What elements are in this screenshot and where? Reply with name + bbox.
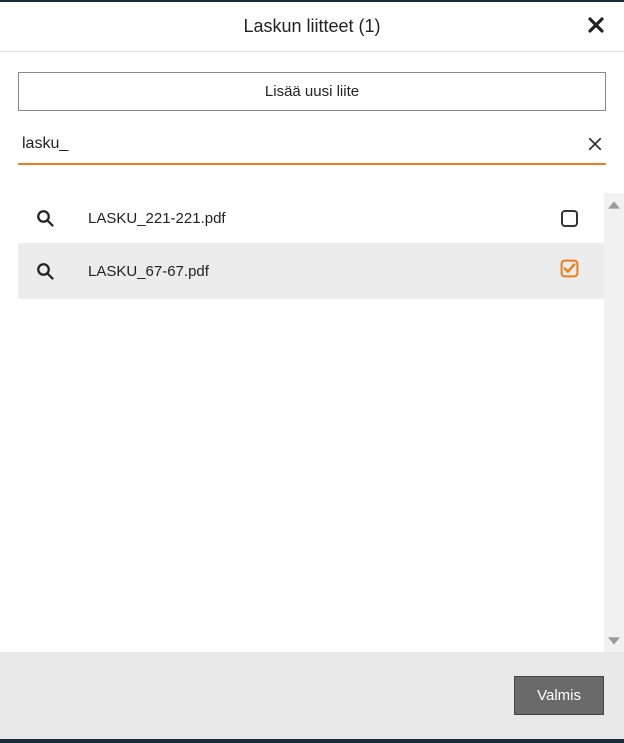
done-button[interactable]: Valmis — [514, 676, 604, 715]
add-attachment-button[interactable]: Lisää uusi liite — [18, 72, 606, 111]
file-row[interactable]: LASKU_221-221.pdf — [18, 193, 604, 243]
search-input[interactable] — [18, 127, 606, 163]
search-field-wrap — [18, 127, 606, 165]
modal-header: Laskun liitteet (1) — [0, 2, 624, 52]
scroll-down-arrow[interactable] — [608, 633, 620, 648]
preview-button[interactable] — [30, 209, 60, 227]
search-icon — [36, 262, 54, 280]
clear-icon — [588, 137, 602, 151]
clear-search-button[interactable] — [588, 136, 602, 154]
modal-body: Lisää uusi liite — [0, 52, 624, 652]
file-row[interactable]: LASKU_67-67.pdf — [18, 243, 604, 299]
chevron-up-icon — [608, 201, 620, 209]
checkbox-checked-icon — [560, 259, 579, 283]
scrollbar[interactable] — [604, 193, 624, 652]
close-button[interactable] — [588, 17, 604, 37]
file-list-area: LASKU_221-221.pdf LASKU_67-67.pdf — [0, 193, 624, 652]
attachments-modal: Laskun liitteet (1) Lisää uusi liite — [0, 2, 624, 743]
scroll-up-arrow[interactable] — [608, 197, 620, 212]
close-icon — [588, 17, 604, 33]
preview-button[interactable] — [30, 262, 60, 280]
checkbox-unchecked-icon — [561, 210, 578, 227]
file-name: LASKU_221-221.pdf — [88, 210, 554, 227]
file-name: LASKU_67-67.pdf — [88, 263, 554, 280]
top-controls: Lisää uusi liite — [0, 52, 624, 165]
select-checkbox[interactable] — [554, 210, 584, 227]
modal-title: Laskun liitteet (1) — [243, 16, 380, 37]
search-icon — [36, 209, 54, 227]
file-list: LASKU_221-221.pdf LASKU_67-67.pdf — [0, 193, 604, 652]
modal-footer: Valmis — [0, 652, 624, 743]
chevron-down-icon — [608, 637, 620, 645]
select-checkbox[interactable] — [554, 259, 584, 283]
